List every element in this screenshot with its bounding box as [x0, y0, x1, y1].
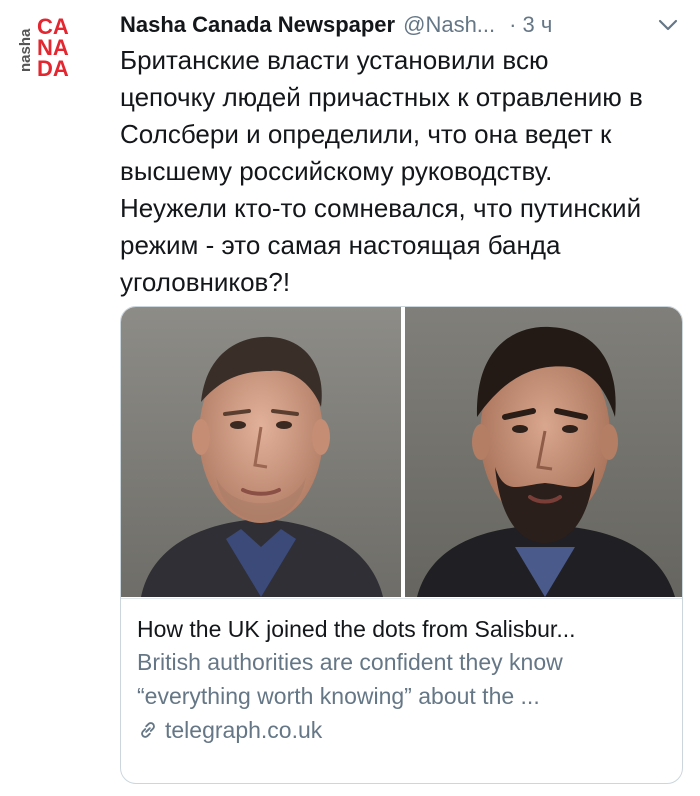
link-icon	[141, 722, 155, 738]
card-domain[interactable]: telegraph.co.uk	[165, 713, 322, 747]
tweet-text-line: режим - это самая настоящая банда	[120, 230, 561, 260]
svg-text:DA: DA	[37, 56, 69, 80]
svg-text:nasha: nasha	[18, 28, 34, 72]
card-description-line: British authorities are confident they k…	[137, 649, 563, 675]
card-title[interactable]: How the UK joined the dots from Salisbur…	[137, 613, 668, 645]
author-handle[interactable]: @Nash...	[403, 12, 495, 38]
tweet-text-line: высшему российскому руководству.	[120, 156, 553, 186]
card-meta[interactable]: How the UK joined the dots from Salisbur…	[121, 598, 682, 747]
author-name[interactable]: Nasha Canada Newspaper	[120, 12, 395, 38]
tweet-text-line: Неужели кто-то сомневался, что путинский	[120, 193, 642, 223]
card-image[interactable]	[121, 307, 682, 597]
separator-dot: ·	[509, 12, 517, 37]
tweet-text-line: Солсбери и определили, что она ведет к	[120, 119, 612, 149]
tweet-text-line: Британские власти установили всю	[120, 45, 549, 75]
tweet-timestamp[interactable]: 3 ч	[522, 12, 552, 38]
card-domain-link[interactable]: telegraph.co.uk	[137, 713, 668, 747]
link-preview-card[interactable]: How the UK joined the dots from Salisbur…	[120, 306, 683, 784]
card-photo-right	[405, 307, 682, 597]
tweet-text: Британские власти установили всю цепочку…	[120, 42, 690, 301]
avatar[interactable]: nasha CA NA DA	[18, 10, 88, 80]
card-photo-left	[121, 307, 401, 597]
nasha-canada-logo: nasha CA NA DA	[18, 14, 69, 80]
chevron-down-icon[interactable]	[654, 11, 682, 39]
card-description-line: “everything worth knowing” about the ...	[137, 683, 540, 709]
tweet-header: Nasha Canada Newspaper @Nash... · 3 ч	[120, 8, 682, 42]
tweet-text-line: уголовников?!	[120, 267, 291, 297]
tweet-text-line: цепочку людей причастных к отравлению в	[120, 82, 643, 112]
